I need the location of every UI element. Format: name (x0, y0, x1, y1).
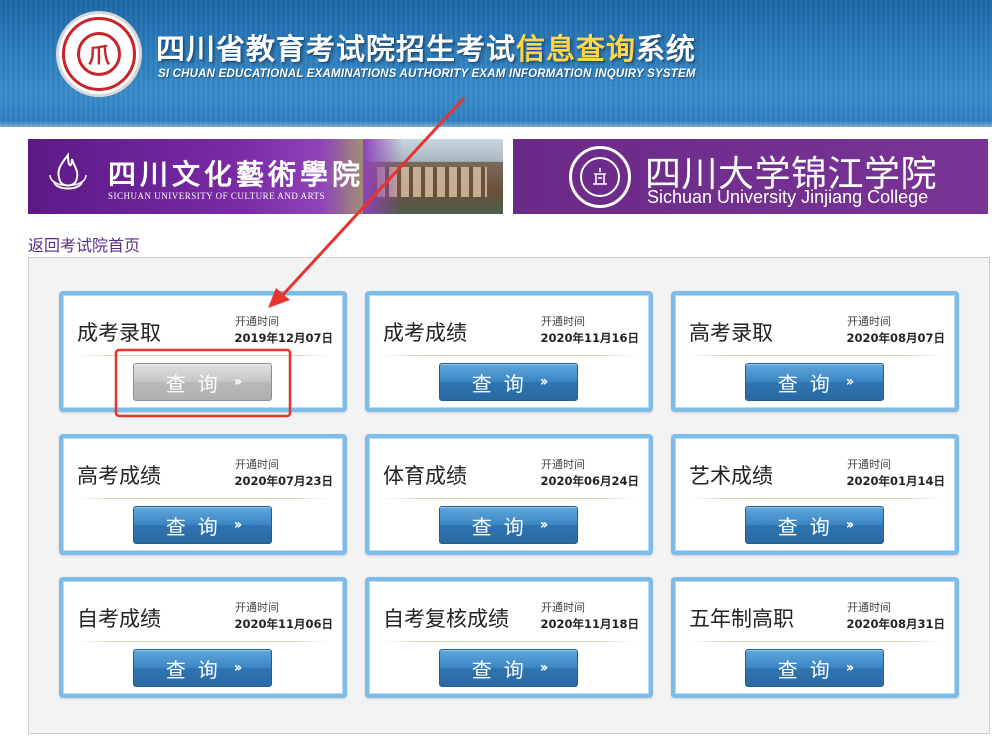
query-button-label: 查询 (165, 657, 230, 682)
card-open-time: 2019年12月07日 (234, 331, 333, 345)
query-card-gaokao-scores: 高考成绩 开通时间 2020年07月23日 查询 ›› (59, 434, 347, 555)
card-divider (381, 641, 637, 642)
query-button-label: 查询 (165, 514, 230, 539)
card-open-time: 2020年11月06日 (234, 617, 333, 631)
card-divider (75, 498, 331, 499)
card-title: 体育成绩 (383, 464, 467, 488)
double-chevron-right-icon: ›› (233, 374, 242, 390)
card-open-time: 2020年11月18日 (540, 617, 639, 631)
query-card-grid: 成考录取 开通时间 2019年12月07日 查询 ›› 成考成绩 开通时间 202… (59, 291, 959, 698)
double-chevron-right-icon: ›› (539, 660, 548, 676)
card-open-time-label: 开通时间 (235, 601, 279, 614)
card-open-time-label: 开通时间 (541, 458, 585, 471)
site-title-part1: 四川省教育考试院招生考试 (156, 32, 517, 66)
pagoda-icon (593, 168, 607, 185)
query-button-label: 查询 (165, 371, 230, 396)
card-divider (687, 498, 943, 499)
query-card-pe-scores: 体育成绩 开通时间 2020年06月24日 查询 ›› (365, 434, 653, 555)
double-chevron-right-icon: ›› (539, 517, 548, 533)
query-button[interactable]: 查询 ›› (439, 506, 578, 544)
query-button[interactable]: 查询 ›› (133, 649, 272, 687)
query-card-adult-exam-scores: 成考成绩 开通时间 2020年11月16日 查询 ›› (365, 291, 653, 412)
exam-authority-logo: 爪 (56, 11, 142, 97)
logo-emblem: 爪 (77, 32, 121, 76)
card-open-time-label: 开通时间 (847, 458, 891, 471)
card-divider (75, 641, 331, 642)
card-open-time: 2020年08月07日 (846, 331, 945, 345)
query-button-label: 查询 (777, 514, 842, 539)
banner-right-en: Sichuan University Jinjiang College (647, 187, 929, 207)
query-button-label: 查询 (471, 657, 536, 682)
double-chevron-right-icon: ›› (845, 517, 854, 533)
query-button[interactable]: 查询 ›› (133, 506, 272, 544)
card-divider (687, 641, 943, 642)
query-button[interactable]: 查询 ›› (439, 649, 578, 687)
college-seal-icon (569, 146, 631, 208)
card-divider (381, 498, 637, 499)
query-card-adult-exam-admission: 成考录取 开通时间 2019年12月07日 查询 ›› (59, 291, 347, 412)
double-chevron-right-icon: ›› (539, 374, 548, 390)
card-open-time: 2020年08月31日 (846, 617, 945, 631)
flame-emblem-icon (49, 152, 87, 190)
card-divider (381, 355, 637, 356)
query-button-label: 查询 (777, 371, 842, 396)
card-title: 艺术成绩 (689, 464, 773, 488)
card-title: 高考录取 (689, 321, 773, 345)
double-chevron-right-icon: ›› (845, 374, 854, 390)
campus-building-photo (363, 139, 503, 214)
query-card-self-study-review-scores: 自考复核成绩 开通时间 2020年11月18日 查询 ›› (365, 577, 653, 698)
query-button[interactable]: 查询 ›› (133, 363, 272, 401)
card-open-time: 2020年11月16日 (540, 331, 639, 345)
query-button-label: 查询 (471, 371, 536, 396)
card-title: 高考成绩 (77, 464, 161, 488)
double-chevron-right-icon: ›› (233, 517, 242, 533)
query-card-gaokao-admission: 高考录取 开通时间 2020年08月07日 查询 ›› (671, 291, 959, 412)
banner-left-en: SICHUAN UNIVERSITY OF CULTURE AND ARTS (108, 191, 326, 201)
site-title-part2: 系统 (636, 32, 697, 66)
banner-jinjiang-college[interactable]: 四川大学锦江学院 Sichuan University Jinjiang Col… (513, 139, 988, 214)
card-title: 成考录取 (77, 321, 161, 345)
card-title: 自考复核成绩 (383, 607, 509, 631)
card-divider (687, 355, 943, 356)
card-title: 自考成绩 (77, 607, 161, 631)
query-card-five-year-vocational: 五年制高职 开通时间 2020年08月31日 查询 ›› (671, 577, 959, 698)
logo-glyph: 爪 (87, 43, 110, 69)
card-open-time-label: 开通时间 (541, 315, 585, 328)
site-header: 爪 四川省教育考试院招生考试信息查询系统 SI CHUAN EDUCATIONA… (0, 0, 992, 127)
query-button-label: 查询 (471, 514, 536, 539)
double-chevron-right-icon: ›› (233, 660, 242, 676)
banner-left-cn: 四川文化藝術學院 (108, 158, 365, 191)
card-open-time-label: 开通时间 (235, 458, 279, 471)
double-chevron-right-icon: ›› (845, 660, 854, 676)
college-seal-inner (580, 157, 620, 197)
card-divider (75, 355, 331, 356)
card-open-time-label: 开通时间 (541, 601, 585, 614)
logo-ring: 爪 (62, 17, 136, 91)
query-card-self-study-scores: 自考成绩 开通时间 2020年11月06日 查询 ›› (59, 577, 347, 698)
query-button-label: 查询 (777, 657, 842, 682)
site-title: 四川省教育考试院招生考试信息查询系统 (156, 26, 696, 68)
site-title-highlight: 信息查询 (516, 32, 637, 66)
query-button[interactable]: 查询 ›› (439, 363, 578, 401)
card-title: 五年制高职 (689, 607, 794, 631)
card-open-time-label: 开通时间 (235, 315, 279, 328)
back-to-homepage-link[interactable]: 返回考试院首页 (28, 232, 140, 256)
query-button[interactable]: 查询 ›› (745, 363, 884, 401)
site-subtitle: SI CHUAN EDUCATIONAL EXAMINATIONS AUTHOR… (158, 68, 696, 80)
query-panel: 成考录取 开通时间 2019年12月07日 查询 ›› 成考成绩 开通时间 202… (28, 257, 990, 734)
card-open-time-label: 开通时间 (847, 601, 891, 614)
card-open-time: 2020年07月23日 (234, 474, 333, 488)
card-title: 成考成绩 (383, 321, 467, 345)
card-open-time-label: 开通时间 (847, 315, 891, 328)
banner-culture-arts[interactable]: 四川文化藝術學院 SICHUAN UNIVERSITY OF CULTURE A… (28, 139, 503, 214)
query-card-art-scores: 艺术成绩 开通时间 2020年01月14日 查询 ›› (671, 434, 959, 555)
card-open-time: 2020年06月24日 (540, 474, 639, 488)
query-button[interactable]: 查询 ›› (745, 649, 884, 687)
card-open-time: 2020年01月14日 (846, 474, 945, 488)
query-button[interactable]: 查询 ›› (745, 506, 884, 544)
